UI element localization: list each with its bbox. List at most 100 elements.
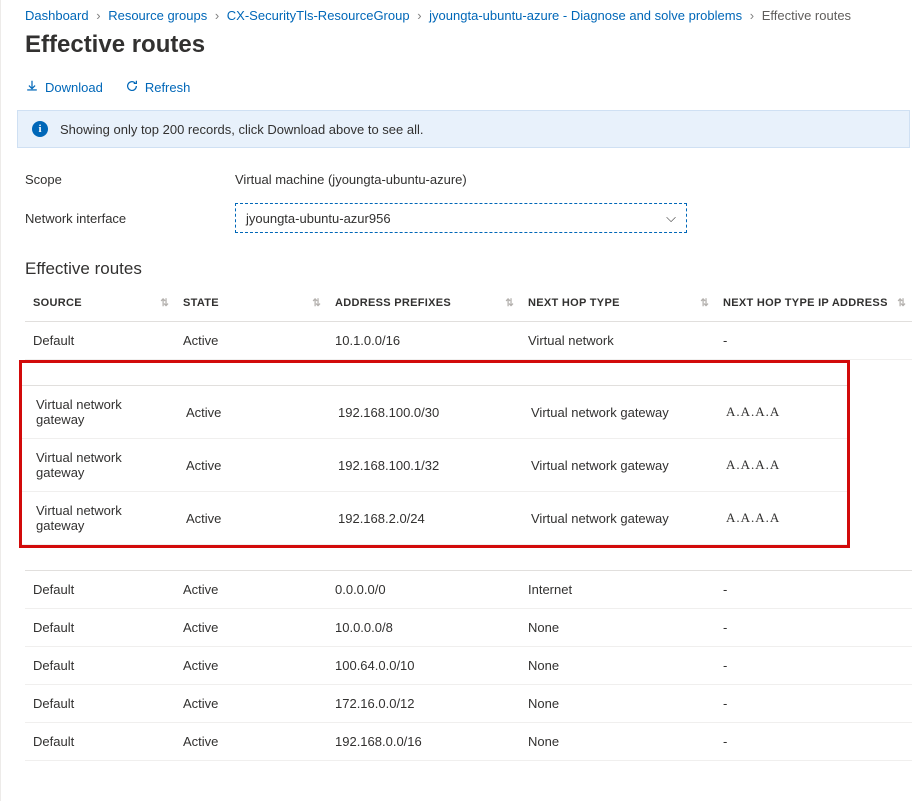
table-title: Effective routes xyxy=(1,241,918,287)
network-interface-row: Network interface jyoungta-ubuntu-azur95… xyxy=(25,195,908,241)
routes-table-top: SOURCE⇅ STATE⇅ ADDRESS PREFIXES⇅ NEXT HO… xyxy=(25,287,912,360)
effective-routes-page: Dashboard › Resource groups › CX-Securit… xyxy=(0,0,918,801)
breadcrumb: Dashboard › Resource groups › CX-Securit… xyxy=(1,0,918,29)
highlighted-routes-box: Virtual network gateway Active 192.168.1… xyxy=(19,360,850,548)
scope-value: Virtual machine (jyoungta-ubuntu-azure) xyxy=(235,172,467,187)
table-row[interactable]: Default Active 100.64.0.0/10 None - xyxy=(25,647,912,685)
toolbar: Download Refresh xyxy=(1,69,918,110)
cell-next: Virtual network gateway xyxy=(517,439,712,492)
cell-next: None xyxy=(520,647,715,685)
cell-prefix: 192.168.100.0/30 xyxy=(324,386,517,439)
cell-next: Virtual network gateway xyxy=(517,492,712,545)
cell-prefix: 10.1.0.0/16 xyxy=(327,322,520,360)
breadcrumb-current: Effective routes xyxy=(762,8,851,23)
cell-next: None xyxy=(520,685,715,723)
sort-icon[interactable]: ⇅ xyxy=(897,299,906,308)
cell-state: Active xyxy=(175,322,327,360)
cell-state: Active xyxy=(172,492,324,545)
col-ip[interactable]: NEXT HOP TYPE IP ADDRESS⇅ xyxy=(715,287,912,322)
scope-row: Scope Virtual machine (jyoungta-ubuntu-a… xyxy=(25,164,908,195)
cell-ip: - xyxy=(715,685,912,723)
cell-ip: - xyxy=(715,723,912,761)
cell-ip: A.A.A.A xyxy=(712,492,847,545)
breadcrumb-link-resource-groups[interactable]: Resource groups xyxy=(108,8,207,23)
sort-icon[interactable]: ⇅ xyxy=(700,299,709,308)
cell-state: Active xyxy=(175,685,327,723)
refresh-button[interactable]: Refresh xyxy=(125,79,191,96)
cell-next: Virtual network gateway xyxy=(517,386,712,439)
cell-source: Default xyxy=(25,647,175,685)
form-area: Scope Virtual machine (jyoungta-ubuntu-a… xyxy=(1,164,918,241)
info-text: Showing only top 200 records, click Down… xyxy=(60,122,424,137)
cell-source: Default xyxy=(25,322,175,360)
info-bar: i Showing only top 200 records, click Do… xyxy=(17,110,910,148)
cell-source: Virtual network gateway xyxy=(22,439,172,492)
table-header-row: SOURCE⇅ STATE⇅ ADDRESS PREFIXES⇅ NEXT HO… xyxy=(25,287,912,322)
cell-prefix: 0.0.0.0/0 xyxy=(327,571,520,609)
sort-icon[interactable]: ⇅ xyxy=(505,299,514,308)
routes-table-highlight: Virtual network gateway Active 192.168.1… xyxy=(22,363,847,545)
cell-state: Active xyxy=(172,439,324,492)
table-row[interactable]: Default Active 192.168.0.0/16 None - xyxy=(25,723,912,761)
table-row[interactable]: Virtual network gateway Active 192.168.2… xyxy=(22,492,847,545)
chevron-right-icon: › xyxy=(211,8,223,23)
refresh-label: Refresh xyxy=(145,80,191,95)
network-interface-value: jyoungta-ubuntu-azur956 xyxy=(246,211,391,226)
cell-next: Virtual network xyxy=(520,322,715,360)
col-prefix[interactable]: ADDRESS PREFIXES⇅ xyxy=(327,287,520,322)
cell-state: Active xyxy=(175,723,327,761)
cell-ip: - xyxy=(715,571,912,609)
cell-source: Default xyxy=(25,609,175,647)
cell-ip: - xyxy=(715,647,912,685)
cell-source: Default xyxy=(25,571,175,609)
network-interface-select[interactable]: jyoungta-ubuntu-azur956 ⌵ xyxy=(235,203,687,233)
info-icon: i xyxy=(32,121,48,137)
cell-prefix: 172.16.0.0/12 xyxy=(327,685,520,723)
cell-ip: - xyxy=(715,609,912,647)
refresh-icon xyxy=(125,79,139,96)
chevron-right-icon: › xyxy=(746,8,758,23)
download-icon xyxy=(25,79,39,96)
scope-label: Scope xyxy=(25,172,235,187)
sort-icon[interactable]: ⇅ xyxy=(160,299,169,308)
cell-next: None xyxy=(520,723,715,761)
table-row[interactable]: Default Active 10.0.0.0/8 None - xyxy=(25,609,912,647)
cell-state: Active xyxy=(175,647,327,685)
cell-ip: A.A.A.A xyxy=(712,386,847,439)
page-title: Effective routes xyxy=(1,29,918,69)
chevron-right-icon: › xyxy=(413,8,425,23)
table-row[interactable]: Default Active 0.0.0.0/0 Internet - xyxy=(25,571,912,609)
routes-table-bottom: Default Active 0.0.0.0/0 Internet - Defa… xyxy=(25,548,912,761)
table-row[interactable]: Default Active 10.1.0.0/16 Virtual netwo… xyxy=(25,322,912,360)
cell-state: Active xyxy=(172,386,324,439)
cell-source: Default xyxy=(25,685,175,723)
cell-ip: A.A.A.A xyxy=(712,439,847,492)
col-source[interactable]: SOURCE⇅ xyxy=(25,287,175,322)
cell-state: Active xyxy=(175,571,327,609)
download-label: Download xyxy=(45,80,103,95)
table-row[interactable]: Virtual network gateway Active 192.168.1… xyxy=(22,439,847,492)
chevron-right-icon: › xyxy=(92,8,104,23)
breadcrumb-link-resource-group-name[interactable]: CX-SecurityTls-ResourceGroup xyxy=(227,8,410,23)
cell-ip: - xyxy=(715,322,912,360)
download-button[interactable]: Download xyxy=(25,79,103,96)
cell-prefix: 192.168.100.1/32 xyxy=(324,439,517,492)
cell-state: Active xyxy=(175,609,327,647)
col-state[interactable]: STATE⇅ xyxy=(175,287,327,322)
sort-icon[interactable]: ⇅ xyxy=(312,299,321,308)
network-interface-label: Network interface xyxy=(25,211,235,226)
cell-next: Internet xyxy=(520,571,715,609)
cell-source: Virtual network gateway xyxy=(22,386,172,439)
cell-prefix: 100.64.0.0/10 xyxy=(327,647,520,685)
cell-prefix: 192.168.0.0/16 xyxy=(327,723,520,761)
col-next[interactable]: NEXT HOP TYPE⇅ xyxy=(520,287,715,322)
cell-next: None xyxy=(520,609,715,647)
table-row[interactable]: Default Active 172.16.0.0/12 None - xyxy=(25,685,912,723)
breadcrumb-link-diagnose[interactable]: jyoungta-ubuntu-azure - Diagnose and sol… xyxy=(429,8,742,23)
cell-source: Virtual network gateway xyxy=(22,492,172,545)
cell-prefix: 192.168.2.0/24 xyxy=(324,492,517,545)
cell-source: Default xyxy=(25,723,175,761)
table-row[interactable]: Virtual network gateway Active 192.168.1… xyxy=(22,386,847,439)
breadcrumb-link-dashboard[interactable]: Dashboard xyxy=(25,8,89,23)
chevron-down-icon: ⌵ xyxy=(666,210,676,226)
